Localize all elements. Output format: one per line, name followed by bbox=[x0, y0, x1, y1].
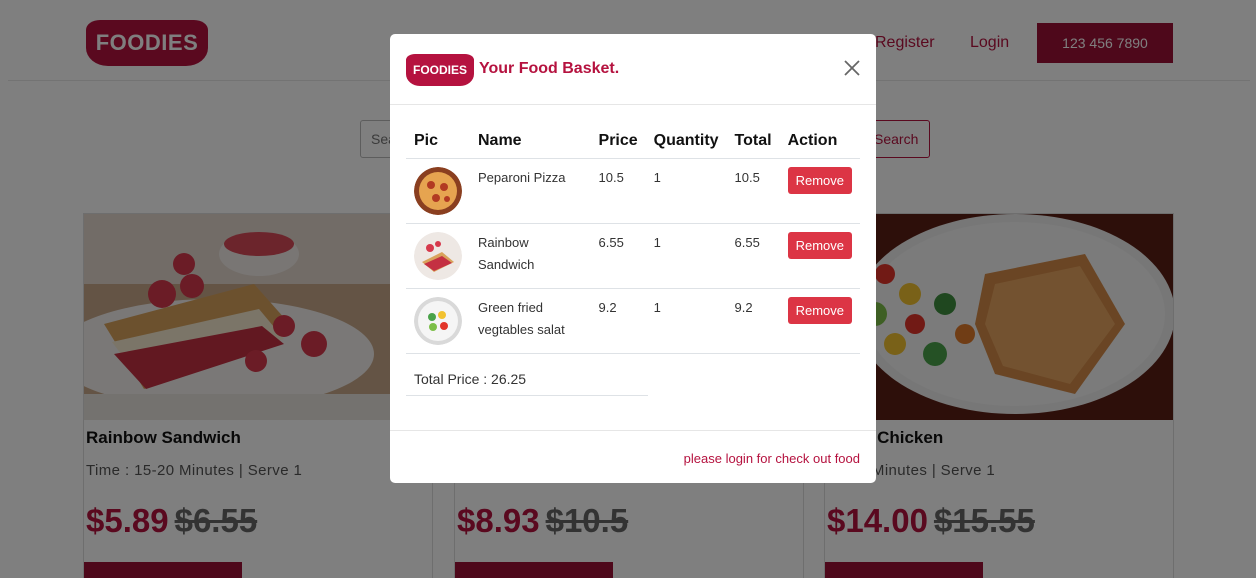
pizza-thumbnail bbox=[414, 167, 462, 215]
column-header: Pic bbox=[406, 126, 470, 159]
modal-logo: FOODIES bbox=[406, 54, 474, 86]
total-price: Total Price : 26.25 bbox=[406, 366, 648, 396]
remove-button[interactable]: Remove bbox=[787, 167, 852, 194]
sandwich-thumbnail bbox=[414, 232, 462, 280]
table-header-row: Pic Name Price Quantity Total Action bbox=[406, 126, 860, 159]
column-header: Name bbox=[470, 126, 591, 159]
pic-cell bbox=[406, 223, 470, 289]
total-cell: 9.2 bbox=[726, 288, 780, 354]
name-cell: Peparoni Pizza bbox=[470, 158, 591, 224]
modal-footer: please login for check out food bbox=[390, 430, 876, 483]
name-cell: Green fried vegtables salat bbox=[470, 288, 591, 354]
total-cell: 6.55 bbox=[726, 223, 780, 289]
action-cell: Remove bbox=[779, 288, 860, 354]
column-header: Quantity bbox=[645, 126, 727, 159]
modal-title: Your Food Basket. bbox=[479, 60, 620, 77]
column-header: Price bbox=[590, 126, 646, 159]
basket-modal: FOODIES Your Food Basket. Pic Name Price… bbox=[390, 34, 876, 483]
price-cell: 6.55 bbox=[590, 223, 646, 289]
total-cell: 10.5 bbox=[726, 158, 780, 224]
action-cell: Remove bbox=[779, 158, 860, 224]
quantity-cell: 1 bbox=[645, 288, 727, 354]
login-note-link[interactable]: please login for check out food bbox=[684, 451, 860, 466]
remove-button[interactable]: Remove bbox=[787, 232, 852, 259]
pic-cell bbox=[406, 288, 470, 354]
remove-button[interactable]: Remove bbox=[787, 297, 852, 324]
table-row: Peparoni Pizza 10.5 1 10.5 Remove bbox=[406, 158, 860, 224]
price-cell: 9.2 bbox=[590, 288, 646, 354]
price-cell: 10.5 bbox=[590, 158, 646, 224]
quantity-cell: 1 bbox=[645, 223, 727, 289]
modal-header: FOODIES Your Food Basket. bbox=[390, 34, 876, 105]
name-cell: Rainbow Sandwich bbox=[470, 223, 591, 289]
pic-cell bbox=[406, 158, 470, 224]
table-row: Rainbow Sandwich 6.55 1 6.55 Remove bbox=[406, 223, 860, 289]
column-header: Action bbox=[779, 126, 860, 159]
action-cell: Remove bbox=[779, 223, 860, 289]
quantity-cell: 1 bbox=[645, 158, 727, 224]
salad-thumbnail bbox=[414, 297, 462, 345]
close-icon[interactable] bbox=[842, 58, 862, 78]
table-row: Green fried vegtables salat 9.2 1 9.2 Re… bbox=[406, 288, 860, 354]
column-header: Total bbox=[726, 126, 780, 159]
basket-table: Pic Name Price Quantity Total Action Pep… bbox=[406, 126, 860, 354]
